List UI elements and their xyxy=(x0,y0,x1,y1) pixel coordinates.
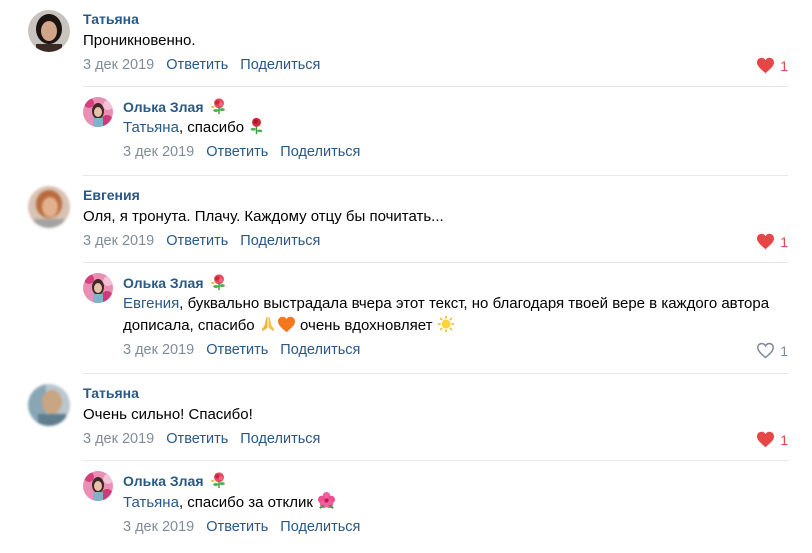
comment-author[interactable]: Олька Злая xyxy=(123,273,788,291)
avatar[interactable] xyxy=(83,471,113,501)
comment-text-body: , спасибо за отклик xyxy=(178,494,313,511)
rose-emoji-icon xyxy=(210,472,228,489)
comment-date[interactable]: 3 дек 2019 xyxy=(83,57,154,73)
heart-icon xyxy=(756,233,775,250)
comment-date[interactable]: 3 дек 2019 xyxy=(123,144,194,160)
comment-meta: 3 дек 2019 Ответить Поделиться xyxy=(83,55,788,75)
reply-button[interactable]: Ответить xyxy=(166,233,228,249)
divider xyxy=(83,373,788,374)
comment-text-tail: очень вдохновляет xyxy=(300,317,433,334)
comment-date[interactable]: 3 дек 2019 xyxy=(83,431,154,447)
author-name[interactable]: Олька Злая xyxy=(123,275,204,291)
avatar[interactable] xyxy=(83,273,113,303)
like-button[interactable]: 1 xyxy=(756,431,788,448)
share-button[interactable]: Поделиться xyxy=(280,144,360,160)
comment-meta: 3 дек 2019 Ответить Поделиться xyxy=(83,231,788,251)
author-name[interactable]: Олька Злая xyxy=(123,99,204,115)
comment-author[interactable]: Олька Злая xyxy=(123,97,788,115)
reply-comment: Олька Злая Татьяна, спасибо за отклик 3 … xyxy=(83,471,788,541)
comment-meta: 3 дек 2019 Ответить Поделиться xyxy=(123,340,788,360)
comment-date[interactable]: 3 дек 2019 xyxy=(83,233,154,249)
rose-icon xyxy=(248,117,265,136)
reply-button[interactable]: Ответить xyxy=(166,431,228,447)
comment-author[interactable]: Олька Злая xyxy=(123,471,788,489)
avatar[interactable] xyxy=(28,384,70,426)
share-button[interactable]: Поделиться xyxy=(240,233,320,249)
divider xyxy=(83,460,788,461)
hibiscus-icon xyxy=(317,491,336,511)
comment: Татьяна Проникновенно. 3 дек 2019 Ответи… xyxy=(28,10,788,90)
reply-button[interactable]: Ответить xyxy=(206,342,268,358)
heart-outline-icon xyxy=(756,342,775,359)
comment-text-body: , спасибо xyxy=(178,119,245,136)
comment-author[interactable]: Татьяна xyxy=(83,10,788,28)
comment-text: Татьяна, спасибо за отклик xyxy=(123,491,788,514)
comment-date[interactable]: 3 дек 2019 xyxy=(123,519,194,535)
comment-meta: 3 дек 2019 Ответить Поделиться xyxy=(123,517,788,537)
comment-date[interactable]: 3 дек 2019 xyxy=(123,342,194,358)
like-count: 1 xyxy=(780,431,788,448)
mention-link[interactable]: Евгения xyxy=(123,295,179,312)
reply-button[interactable]: Ответить xyxy=(166,57,228,73)
comment-text: Татьяна, спасибо xyxy=(123,117,788,139)
avatar[interactable] xyxy=(28,186,70,228)
rose-emoji-icon xyxy=(210,98,228,115)
like-button[interactable]: 1 xyxy=(756,342,788,359)
like-count: 1 xyxy=(780,233,788,250)
comment-author[interactable]: Евгения xyxy=(83,186,788,204)
praying-hands-icon xyxy=(259,316,277,334)
reply-comment: Олька Злая Евгения, буквально выстрадала… xyxy=(83,273,788,365)
like-count: 1 xyxy=(780,342,788,359)
reply-comment: Олька Злая Татьяна, спасибо 3 дек 2019 О… xyxy=(83,97,788,167)
like-button[interactable]: 1 xyxy=(756,57,788,74)
rose-emoji-icon xyxy=(210,274,228,291)
reply-button[interactable]: Ответить xyxy=(206,144,268,160)
avatar[interactable] xyxy=(28,10,70,52)
comment-text: Очень сильно! Спасибо! xyxy=(83,406,253,423)
author-name[interactable]: Олька Злая xyxy=(123,473,204,489)
divider xyxy=(83,175,788,176)
comment-text: Оля, я тронута. Плачу. Каждому отцу бы п… xyxy=(83,208,444,225)
share-button[interactable]: Поделиться xyxy=(280,342,360,358)
reply-button[interactable]: Ответить xyxy=(206,519,268,535)
comment-text: Проникновенно. xyxy=(83,32,196,49)
heart-icon xyxy=(756,431,775,448)
comment-author[interactable]: Татьяна xyxy=(83,384,788,402)
comment-text: Евгения, буквально выстрадала вчера этот… xyxy=(123,293,788,337)
divider xyxy=(83,86,788,87)
orange-heart-icon xyxy=(277,316,296,334)
sun-icon xyxy=(437,315,455,334)
share-button[interactable]: Поделиться xyxy=(280,519,360,535)
avatar[interactable] xyxy=(83,97,113,127)
like-count: 1 xyxy=(780,57,788,74)
divider xyxy=(83,262,788,263)
mention-link[interactable]: Татьяна xyxy=(123,494,179,511)
like-button[interactable]: 1 xyxy=(756,233,788,250)
share-button[interactable]: Поделиться xyxy=(240,431,320,447)
share-button[interactable]: Поделиться xyxy=(240,57,320,73)
comment-meta: 3 дек 2019 Ответить Поделиться xyxy=(83,429,788,449)
comment-meta: 3 дек 2019 Ответить Поделиться xyxy=(123,142,788,162)
comment: Татьяна Очень сильно! Спасибо! 3 дек 201… xyxy=(28,384,788,454)
comment: Евгения Оля, я тронута. Плачу. Каждому о… xyxy=(28,186,788,256)
mention-link[interactable]: Татьяна xyxy=(123,119,179,136)
heart-icon xyxy=(756,57,775,74)
